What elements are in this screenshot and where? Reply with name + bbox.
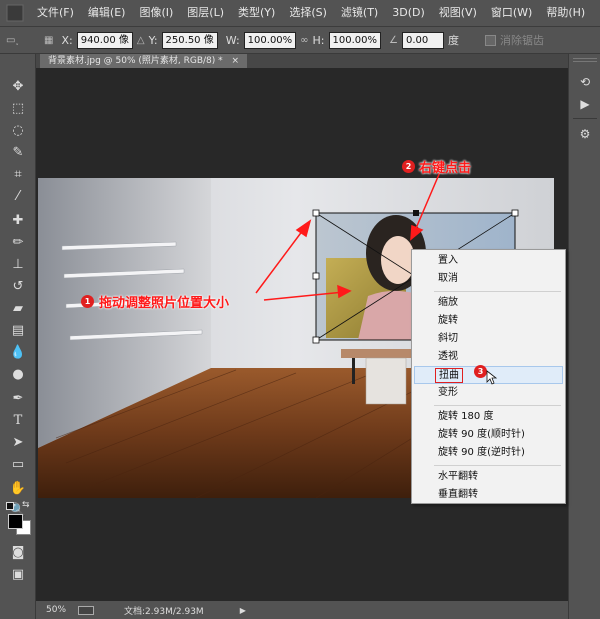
angle-icon: ∠: [389, 34, 398, 46]
hand-tool-icon[interactable]: ✋: [9, 480, 27, 498]
panel-dock-grip[interactable]: [573, 58, 597, 62]
ctx-rotate-90-ccw[interactable]: 旋转 90 度(逆时针): [414, 444, 563, 462]
menu-layer[interactable]: 图层(L): [180, 0, 231, 26]
foreground-color-swatch[interactable]: [8, 514, 23, 529]
properties-panel-icon[interactable]: ⚙: [577, 126, 593, 142]
path-selection-tool-icon[interactable]: ➤: [9, 434, 27, 452]
pen-tool-icon[interactable]: ✒: [9, 390, 27, 408]
document-tab[interactable]: 背景素材.jpg @ 50% (照片素材, RGB/8) * ×: [40, 54, 248, 68]
menu-file[interactable]: 文件(F): [30, 0, 81, 26]
antialias-checkbox[interactable]: [484, 34, 496, 46]
move-tool-icon[interactable]: ✥: [9, 78, 27, 96]
angle-unit: 度: [447, 34, 459, 47]
marquee-tool-icon[interactable]: ⬚: [9, 100, 27, 118]
default-colors-icon[interactable]: [6, 502, 14, 510]
shape-tool-icon[interactable]: ▭: [9, 456, 27, 474]
swap-colors-icon[interactable]: ⇆: [22, 500, 30, 510]
blur-tool-icon[interactable]: 💧: [9, 344, 27, 362]
ctx-place[interactable]: 置入: [414, 252, 563, 270]
gradient-tool-icon[interactable]: ▤: [9, 322, 27, 340]
step-2-label: 右键点击: [419, 161, 472, 176]
photo-face: [381, 236, 415, 284]
h-field[interactable]: 100.00%: [328, 31, 381, 49]
actions-panel-icon[interactable]: ▶: [577, 96, 593, 112]
ctx-separator: [434, 405, 561, 406]
healing-brush-tool-icon[interactable]: ✚: [9, 212, 27, 230]
desk-drawers: [365, 357, 407, 405]
eraser-tool-icon[interactable]: ▰: [9, 300, 27, 318]
quick-mask-icon[interactable]: ◙: [9, 544, 27, 562]
ctx-rotate[interactable]: 旋转: [414, 312, 563, 330]
lasso-tool-icon[interactable]: ◌: [9, 122, 27, 140]
step-2-badge: 2: [402, 160, 415, 173]
close-tab-icon[interactable]: ×: [232, 56, 240, 66]
document-tab-bar: 背景素材.jpg @ 50% (照片素材, RGB/8) * ×: [36, 54, 568, 68]
ctx-scale[interactable]: 缩放: [414, 294, 563, 312]
ctx-flip-vertical[interactable]: 垂直翻转: [414, 486, 563, 504]
type-tool-icon[interactable]: T: [9, 412, 27, 430]
step-1-badge: 1: [81, 295, 94, 308]
status-menu-arrow-icon[interactable]: ▶: [240, 606, 246, 615]
ctx-rotate-180[interactable]: 旋转 180 度: [414, 408, 563, 426]
antialias-label: 消除锯齿: [499, 34, 544, 47]
menu-view[interactable]: 视图(V): [432, 0, 484, 26]
status-bar: 50% 文档:2.93M/2.93M ▶: [36, 601, 568, 619]
delta-icon[interactable]: △: [137, 35, 145, 46]
w-label: W:: [225, 33, 240, 47]
brush-tool-icon[interactable]: ✏: [9, 234, 27, 252]
ctx-rotate-90-cw[interactable]: 旋转 90 度(顺时针): [414, 426, 563, 444]
menu-select[interactable]: 选择(S): [282, 0, 334, 26]
ctx-flip-horizontal[interactable]: 水平翻转: [414, 468, 563, 486]
x-field[interactable]: 940.00 像: [76, 31, 133, 49]
ctx-cancel[interactable]: 取消: [414, 270, 563, 288]
y-field[interactable]: 250.50 像: [161, 31, 218, 49]
crop-tool-icon[interactable]: ⌗: [9, 166, 27, 184]
clone-stamp-tool-icon[interactable]: ⊥: [9, 256, 27, 274]
x-label: X:: [61, 33, 73, 47]
ctx-distort-label: 扭曲: [435, 368, 463, 383]
ctx-separator: [434, 465, 561, 466]
document-tab-label: 背景素材.jpg @ 50% (照片素材, RGB/8) *: [48, 56, 223, 66]
ctx-warp[interactable]: 变形: [414, 384, 563, 402]
ctx-skew[interactable]: 斜切: [414, 330, 563, 348]
menu-help[interactable]: 帮助(H): [539, 0, 592, 26]
link-icon[interactable]: ∞: [300, 35, 308, 46]
y-label: Y:: [148, 33, 158, 47]
ctx-perspective[interactable]: 透视: [414, 348, 563, 366]
reference-point-icon[interactable]: ▦: [44, 35, 53, 46]
menu-3d[interactable]: 3D(D): [385, 0, 432, 26]
mouse-cursor-icon: [486, 370, 498, 385]
menu-window[interactable]: 窗口(W): [484, 0, 539, 26]
menu-image[interactable]: 图像(I): [132, 0, 180, 26]
angle-field[interactable]: 0.00: [401, 31, 444, 49]
transform-tool-icon[interactable]: ▭˯: [6, 35, 32, 46]
eyedropper-tool-icon[interactable]: ⁄: [9, 188, 27, 206]
history-panel-icon[interactable]: ⟲: [577, 74, 593, 90]
menu-bar: 文件(F) 编辑(E) 图像(I) 图层(L) 类型(Y) 选择(S) 滤镜(T…: [0, 0, 600, 26]
status-preview-icon[interactable]: [78, 605, 95, 615]
step-1-label: 拖动调整照片位置大小: [99, 296, 230, 311]
desk-leg: [352, 358, 355, 384]
screen-mode-icon[interactable]: ▣: [9, 566, 27, 584]
desk-top: [341, 349, 421, 358]
dodge-tool-icon[interactable]: ●: [9, 366, 27, 384]
panel-dock: ⟲ ▶ ⚙: [568, 54, 600, 619]
menu-type[interactable]: 类型(Y): [231, 0, 282, 26]
panel-separator: [573, 118, 597, 119]
menu-edit[interactable]: 编辑(E): [81, 0, 133, 26]
photoshop-logo-icon: [6, 4, 24, 22]
options-bar: ▭˯ ▦ X: 940.00 像 △ Y: 250.50 像 W: 100.00…: [0, 26, 600, 54]
w-field[interactable]: 100.00%: [243, 31, 297, 49]
ctx-separator: [434, 291, 561, 292]
history-brush-tool-icon[interactable]: ↺: [9, 278, 27, 296]
h-label: H:: [312, 33, 325, 47]
zoom-level[interactable]: 50%: [46, 605, 66, 615]
quick-select-tool-icon[interactable]: ✎: [9, 144, 27, 162]
doc-size-info: 文档:2.93M/2.93M: [124, 606, 204, 617]
menu-filter[interactable]: 滤镜(T): [334, 0, 385, 26]
tools-panel: ✥ ⬚ ◌ ✎ ⌗ ⁄ ✚ ✏ ⊥ ↺ ▰ ▤ 💧 ● ✒ T ➤ ▭ ✋ 🔍 …: [0, 54, 36, 619]
